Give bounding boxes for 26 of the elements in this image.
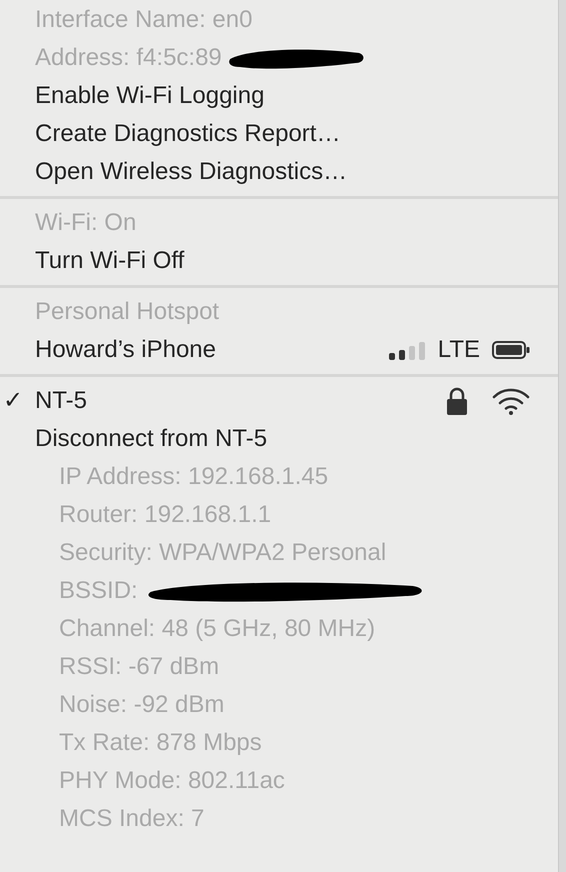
menu-info-text: PHY Mode: 802.11ac <box>59 766 285 796</box>
menu-item[interactable]: Open Wireless Diagnostics… <box>35 154 348 190</box>
menu-info-text: Noise: -92 dBm <box>59 690 224 720</box>
menu-info-text: BSSID: <box>59 576 138 606</box>
menu-item[interactable]: Turn Wi-Fi Off <box>35 243 184 279</box>
menu-item[interactable]: Create Diagnostics Report… <box>35 116 340 152</box>
menu-info-text: Tx Rate: 878 Mbps <box>59 728 262 758</box>
menu-info-text: Channel: 48 (5 GHz, 80 MHz) <box>59 614 376 644</box>
menu-info-text: Address: f4:5c:89 <box>35 43 222 73</box>
menu-info-text: RSSI: -67 dBm <box>59 652 220 682</box>
menu-info-text: Router: 192.168.1.1 <box>59 500 272 530</box>
wifi-icon <box>492 387 530 415</box>
menu-info-text: Personal Hotspot <box>35 297 220 327</box>
menu-info-text: Security: WPA/WPA2 Personal <box>59 538 386 568</box>
menu-item[interactable]: NT-5 <box>35 383 88 419</box>
menu-info-text: MCS Index: 7 <box>59 804 204 834</box>
menu-item[interactable]: Disconnect from NT-5 <box>35 421 268 457</box>
network-type-label: LTE <box>438 335 480 365</box>
menu-item[interactable]: Enable Wi-Fi Logging <box>35 78 264 114</box>
battery-icon <box>492 340 530 360</box>
menu-info-text: Wi-Fi: On <box>35 208 136 238</box>
checkmark: ✓ <box>3 386 23 416</box>
signal-bars-icon <box>388 340 426 360</box>
menu-item[interactable]: Howard’s iPhone <box>35 332 216 368</box>
menu-info-text: IP Address: 192.168.1.45 <box>59 462 328 492</box>
menu-info-text: Interface Name: en0 <box>35 5 252 35</box>
